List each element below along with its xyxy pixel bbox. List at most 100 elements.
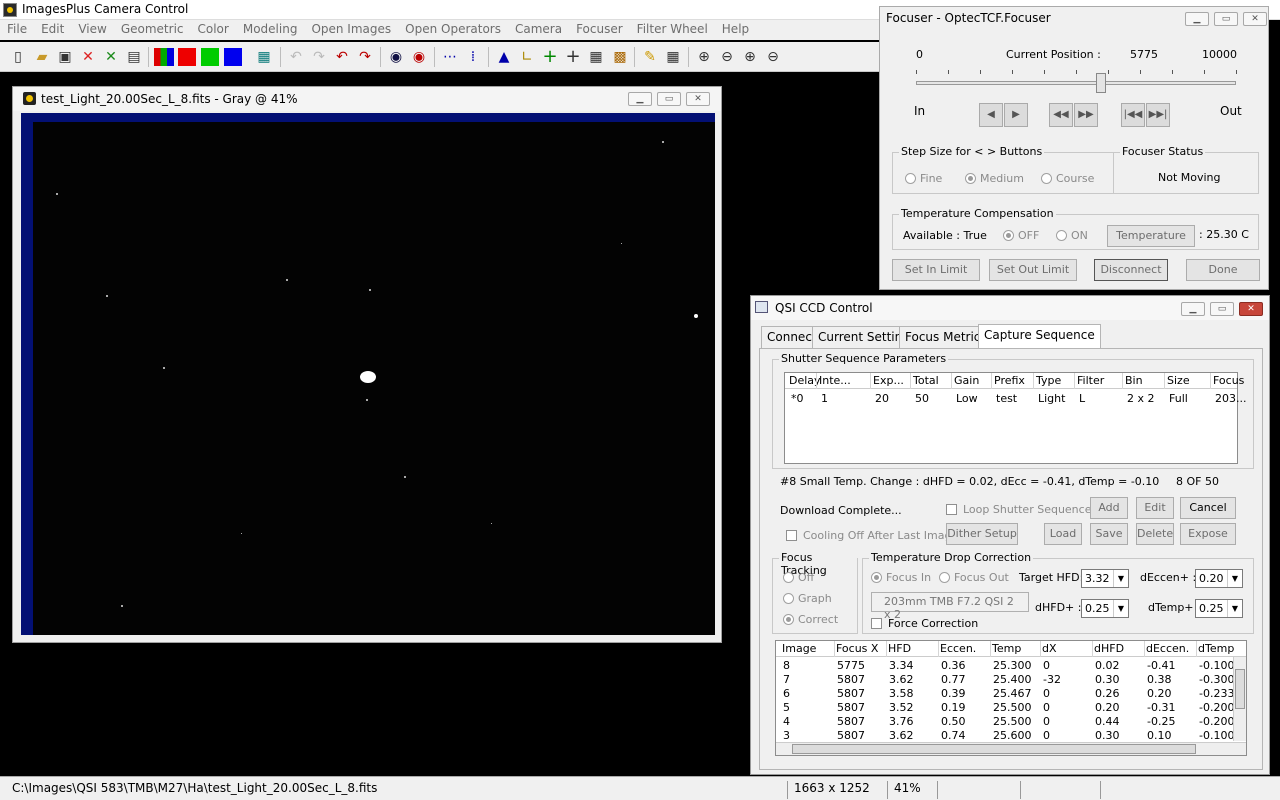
minimize-icon[interactable]: ▁ [1185, 12, 1209, 26]
column-divider[interactable] [1196, 641, 1197, 657]
column-divider[interactable] [870, 373, 871, 389]
sequence-list[interactable]: Delay Inte... Exp... Total Gain Prefix Type Fil… [784, 372, 1247, 464]
close-icon[interactable]: ✕ [1239, 302, 1263, 316]
cooling-off-checkbox[interactable]: Cooling Off After Last Image [786, 529, 958, 542]
menu-color[interactable]: Color [191, 20, 236, 38]
histogram-icon[interactable]: ▲ [494, 47, 514, 67]
large-step-in-icon[interactable]: ◀◀ [1049, 103, 1073, 127]
add-icon[interactable]: + [540, 47, 560, 67]
undo-icon[interactable]: ↶ [332, 47, 352, 67]
column-divider[interactable] [951, 373, 952, 389]
column-divider[interactable] [834, 641, 835, 657]
redo-icon[interactable]: ↷ [355, 47, 375, 67]
green-channel-icon[interactable] [201, 48, 219, 66]
cancel-button[interactable]: Cancel [1180, 497, 1236, 519]
log-header-cell[interactable]: Temp [992, 642, 1021, 655]
zoom-in-icon[interactable]: ⊕ [694, 47, 714, 67]
large-step-out-icon[interactable]: ▶▶ [1074, 103, 1098, 127]
menu-geometric[interactable]: Geometric [114, 20, 191, 38]
column-divider[interactable] [990, 641, 991, 657]
column-divider[interactable] [1164, 373, 1165, 389]
menu-focuser[interactable]: Focuser [569, 20, 630, 38]
log-header-cell[interactable]: dX [1042, 642, 1057, 655]
sequence-header-cell[interactable]: Total [913, 374, 939, 387]
dots-icon[interactable]: ⋯ [440, 47, 460, 67]
deccen-select[interactable]: 0.20 ▼ [1195, 569, 1243, 588]
minimize-icon[interactable]: ▁ [1181, 302, 1205, 316]
column-divider[interactable] [1074, 373, 1075, 389]
close-icon[interactable]: ✕ [686, 92, 710, 106]
column-divider[interactable] [1040, 641, 1041, 657]
window-icon[interactable]: ▤ [124, 47, 144, 67]
log-header-cell[interactable]: Image [782, 642, 816, 655]
focus-log-table[interactable]: Image Focus X HFD Eccen. Temp dX dHFD dEccen. dT… [775, 640, 1247, 756]
log-header-cell[interactable]: dEccen. [1146, 642, 1189, 655]
ccd-titlebar[interactable]: QSI CCD Control ▁ ▭ ✕ [751, 296, 1269, 320]
sequence-header-cell[interactable]: Inte... [819, 374, 851, 387]
menu-help[interactable]: Help [715, 20, 756, 38]
zoom-out-icon[interactable]: ⊖ [717, 47, 737, 67]
sequence-header-cell[interactable]: Focus [1213, 374, 1244, 387]
log-header-cell[interactable]: Eccen. [940, 642, 976, 655]
column-divider[interactable] [1210, 373, 1211, 389]
column-divider[interactable] [886, 641, 887, 657]
new-file-icon[interactable]: ▯ [8, 47, 28, 67]
menu-open-images[interactable]: Open Images [304, 20, 398, 38]
focus-in-radio[interactable]: Focus In [871, 571, 931, 584]
loop-sequence-checkbox[interactable]: Loop Shutter Sequence [946, 503, 1091, 516]
log-header-cell[interactable]: HFD [888, 642, 911, 655]
scrollbar-thumb[interactable] [792, 744, 1196, 754]
save-icon[interactable]: ▣ [55, 47, 75, 67]
edit-button[interactable]: Edit [1136, 497, 1174, 519]
set-in-limit-button[interactable]: Set In Limit [892, 259, 980, 281]
column-divider[interactable] [816, 373, 817, 389]
log-horizontal-scrollbar[interactable] [776, 742, 1246, 755]
temp-comp-on-radio[interactable]: ON [1056, 229, 1088, 242]
position-slider-thumb[interactable] [1095, 73, 1106, 93]
move-to-out-limit-icon[interactable]: ▶▶| [1146, 103, 1170, 127]
column-divider[interactable] [910, 373, 911, 389]
step-medium-radio[interactable]: Medium [965, 172, 1024, 185]
set-out-limit-button[interactable]: Set Out Limit [989, 259, 1077, 281]
menu-filter-wheel[interactable]: Filter Wheel [630, 20, 715, 38]
tracking-graph-radio[interactable]: Graph [783, 592, 832, 605]
temperature-button[interactable]: Temperature [1107, 225, 1195, 247]
focus-out-radio[interactable]: Focus Out [939, 571, 1009, 584]
menu-view[interactable]: View [71, 20, 113, 38]
tracking-correct-radio[interactable]: Correct [783, 613, 838, 626]
step-in-icon[interactable]: ◀ [979, 103, 1003, 127]
log-header-cell[interactable]: Focus X [836, 642, 878, 655]
table-icon[interactable]: ▦ [663, 47, 683, 67]
tracking-off-radio[interactable]: Off [783, 571, 814, 584]
close-icon[interactable]: ✕ [78, 47, 98, 67]
scrollbar-thumb[interactable] [1235, 669, 1245, 709]
step-fine-radio[interactable]: Fine [905, 172, 942, 185]
menu-modeling[interactable]: Modeling [236, 20, 305, 38]
save-button[interactable]: Save [1090, 523, 1128, 545]
column-divider[interactable] [1092, 641, 1093, 657]
step-out-icon[interactable]: ▶ [1004, 103, 1028, 127]
column-divider[interactable] [991, 373, 992, 389]
close-all-icon[interactable]: ✕ [101, 47, 121, 67]
tab-capture-sequence[interactable]: Capture Sequence [978, 324, 1101, 348]
position-slider-track[interactable] [916, 81, 1236, 85]
zoom-actual-icon[interactable]: ⊖ [763, 47, 783, 67]
log-vertical-scrollbar[interactable] [1233, 657, 1246, 741]
dither-setup-button[interactable]: Dither Setup [946, 523, 1018, 545]
column-divider[interactable] [1033, 373, 1034, 389]
menu-open-operators[interactable]: Open Operators [398, 20, 508, 38]
red-channel-icon[interactable] [178, 48, 196, 66]
move-to-in-limit-icon[interactable]: |◀◀ [1121, 103, 1145, 127]
log-header-cell[interactable]: dHFD [1094, 642, 1124, 655]
sequence-header-cell[interactable]: Gain [954, 374, 979, 387]
menu-edit[interactable]: Edit [34, 20, 71, 38]
dhfd-select[interactable]: 0.25 ▼ [1081, 599, 1129, 618]
temp-comp-off-radio[interactable]: OFF [1003, 229, 1039, 242]
zoom-fit-icon[interactable]: ⊕ [740, 47, 760, 67]
calculator-icon[interactable]: ▦ [586, 47, 606, 67]
delete-button[interactable]: Delete [1136, 523, 1174, 545]
sequence-header-cell[interactable]: Size [1167, 374, 1190, 387]
column-divider[interactable] [1144, 641, 1145, 657]
fits-image[interactable] [21, 113, 715, 635]
crosshair-icon[interactable]: + [563, 47, 583, 67]
